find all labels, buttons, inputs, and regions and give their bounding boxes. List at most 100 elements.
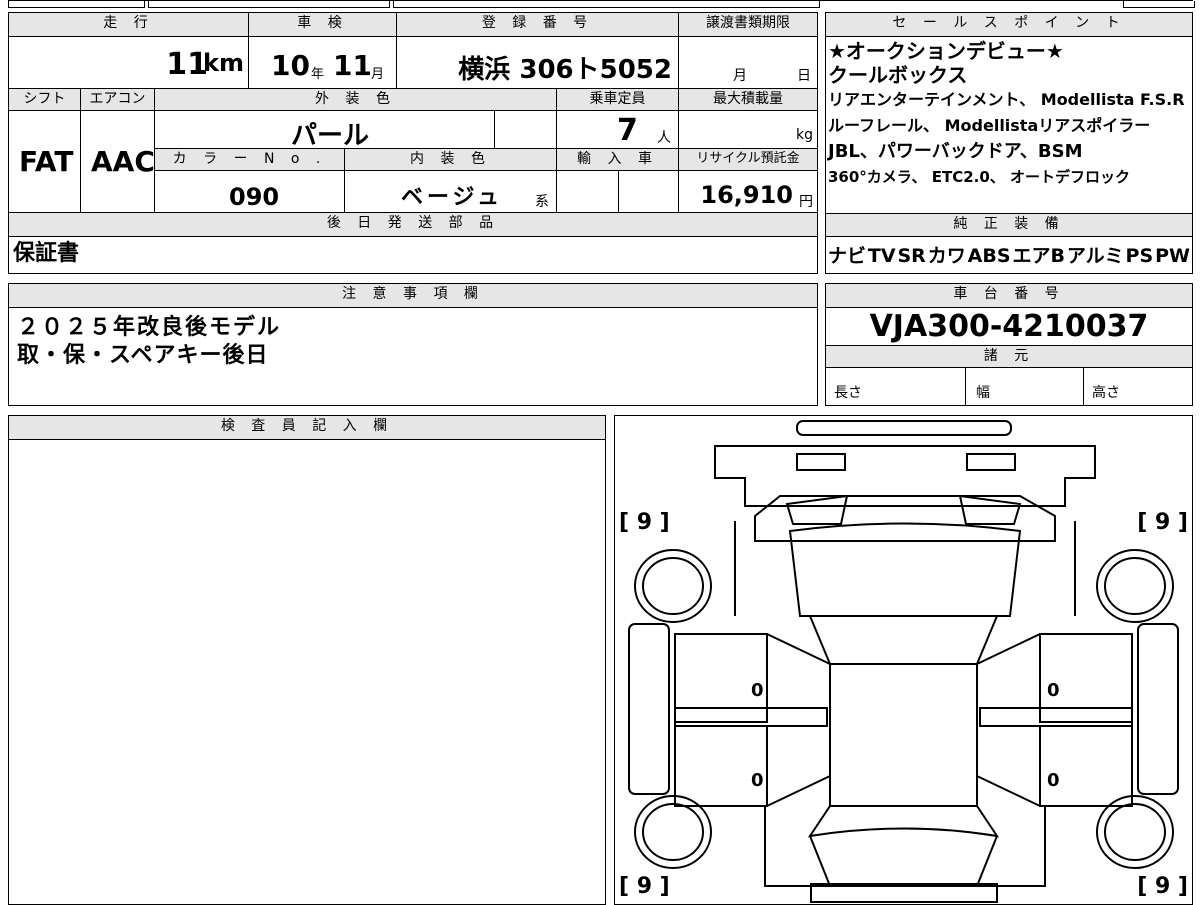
capacity-value: 7: [617, 113, 638, 148]
equipment-header: 純 正 装 備: [826, 213, 1192, 237]
side-outline: [734, 521, 1076, 616]
deadline-month: 月: [733, 68, 747, 84]
car-diagram-box: [ 9 ] [ 9 ] [ 9 ] [ 9 ] 0 0 0 0: [614, 415, 1193, 905]
damage-mark-front-left: [ 9 ]: [619, 874, 670, 899]
mileage-value: 11: [166, 47, 208, 82]
max-load-cell: kg: [679, 111, 817, 149]
exterior-color-value: パール: [291, 121, 370, 151]
capacity-cell: 7 人: [557, 111, 679, 149]
damage-mark-rear-right: [ 9 ]: [1137, 510, 1188, 535]
top-strip: [8, 0, 1195, 9]
inspection-cell: 10 年 11 月: [249, 37, 397, 89]
equipment-item: カワ: [927, 245, 966, 267]
lamp-left: [796, 453, 846, 471]
registration-header: 登 録 番 号: [397, 13, 679, 37]
notes-header: 注 意 事 項 欄: [9, 284, 817, 308]
sill-left: [674, 707, 828, 727]
wheel-fl-inner: [642, 803, 704, 861]
chassis-cell: VJA300-4210037: [826, 308, 1192, 346]
height-label: 高さ: [1092, 385, 1120, 401]
sales-point-line: リアエンターテインメント、 Modellista F.S.R: [828, 90, 1185, 109]
recycle-amount: 16,910: [700, 181, 793, 209]
pillar-line: [766, 633, 831, 665]
equipment-item: PW: [1155, 245, 1190, 267]
rear-quarter-right: [958, 494, 1022, 525]
shift-header: シフト: [9, 89, 81, 111]
inspector-box: 検 査 員 記 入 欄: [8, 415, 606, 905]
shift-value: FAT: [19, 145, 74, 178]
color-no-value: 090: [229, 183, 280, 211]
interior-color-suffix: 系: [535, 194, 549, 210]
interior-color-cell: ベージュ 系: [345, 171, 557, 213]
inspector-header: 検 査 員 記 入 欄: [9, 416, 605, 440]
recycle-unit: 円: [799, 194, 813, 210]
notes-box: 注 意 事 項 欄 ２０２５年改良後モデル 取・保・スペアキー後日: [8, 283, 818, 406]
recycle-cell: 16,910 円: [679, 171, 817, 213]
height-cell: 高さ: [1084, 368, 1192, 405]
width-cell: 幅: [966, 368, 1084, 405]
max-load-unit: kg: [796, 127, 813, 143]
sales-points-list: ★オークションデビュー★ クールボックス リアエンターテインメント、 Model…: [828, 39, 1190, 189]
hood-lines: [809, 835, 998, 887]
pillar-line: [766, 775, 831, 807]
wheel-rl: [634, 549, 712, 623]
equipment-list: ナビ TV SR カワ ABS エアB アルミ PS PW: [828, 241, 1190, 271]
rear-glass: [808, 615, 999, 665]
import-cell-a: [557, 171, 619, 213]
fender-right: [1137, 623, 1179, 795]
import-cell-b: [619, 171, 679, 213]
wheel-rr: [1096, 549, 1174, 623]
specs-header: 諸 元: [826, 346, 1192, 368]
sill-right: [979, 707, 1133, 727]
deadline-day: 日: [797, 68, 811, 84]
registration-value: 横浜 306ト5052: [458, 55, 672, 85]
door-rr-value: 0: [1047, 680, 1060, 701]
pillar-line: [976, 633, 1041, 665]
fender-left: [628, 623, 670, 795]
sales-points-header: セ ー ル ス ポ イ ン ト: [826, 13, 1192, 37]
mileage-cell: 11 km: [9, 37, 249, 89]
roof-panel: [788, 522, 1022, 617]
later-parts-value: 保証書: [13, 241, 80, 266]
wheel-fr: [1096, 795, 1174, 869]
hood-outline: [764, 806, 1046, 887]
door-fr: [1039, 725, 1133, 807]
color-no-cell: 090: [155, 171, 345, 213]
capacity-header: 乗車定員: [557, 89, 679, 111]
wheel-rr-inner: [1104, 557, 1166, 615]
chassis-value: VJA300-4210037: [869, 309, 1149, 344]
windshield: [807, 805, 1000, 838]
interior-color-header: 内 装 色: [345, 149, 557, 171]
door-rl-value: 0: [751, 680, 764, 701]
door-fl-value: 0: [751, 770, 764, 791]
exterior-color-cell: パール: [155, 111, 495, 151]
note-line: ２０２５年改良後モデル: [17, 315, 282, 340]
rear-quarter-left: [785, 494, 849, 525]
damage-mark-rear-left: [ 9 ]: [619, 510, 670, 535]
length-cell: 長さ: [826, 368, 966, 405]
note-line: 取・保・スペアキー後日: [17, 343, 269, 368]
aircon-cell: AAC: [81, 111, 155, 213]
sales-point-line: ★オークションデビュー★: [828, 39, 1064, 63]
later-parts-cell: 保証書: [9, 237, 817, 273]
equipment-item: エアB: [1012, 245, 1065, 267]
wheel-fl: [634, 795, 712, 869]
capacity-unit: 人: [657, 130, 671, 146]
width-label: 幅: [976, 385, 990, 401]
sales-points-box: セ ー ル ス ポ イ ン ト ★オークションデビュー★ クールボックス リアエ…: [825, 12, 1193, 274]
sales-point-line: 360°カメラ、 ETC2.0、 オートデフロック: [828, 168, 1131, 186]
exterior-color-header: 外 装 色: [155, 89, 557, 111]
equipment-item: SR: [897, 245, 926, 267]
inspection-month-unit: 月: [371, 67, 385, 82]
aircon-value: AAC: [91, 145, 155, 178]
inspection-header: 車 検: [249, 13, 397, 37]
inspection-year: 10: [271, 49, 310, 82]
mileage-unit: km: [203, 49, 244, 77]
deadline-cell: 月 日: [679, 37, 817, 89]
door-fl: [674, 725, 768, 807]
color-no-header: カ ラ ー N o .: [155, 149, 345, 171]
inspection-month: 11: [333, 49, 372, 82]
aircon-header: エアコン: [81, 89, 155, 111]
max-load-header: 最大積載量: [679, 89, 817, 111]
import-header: 輸 入 車: [557, 149, 679, 171]
